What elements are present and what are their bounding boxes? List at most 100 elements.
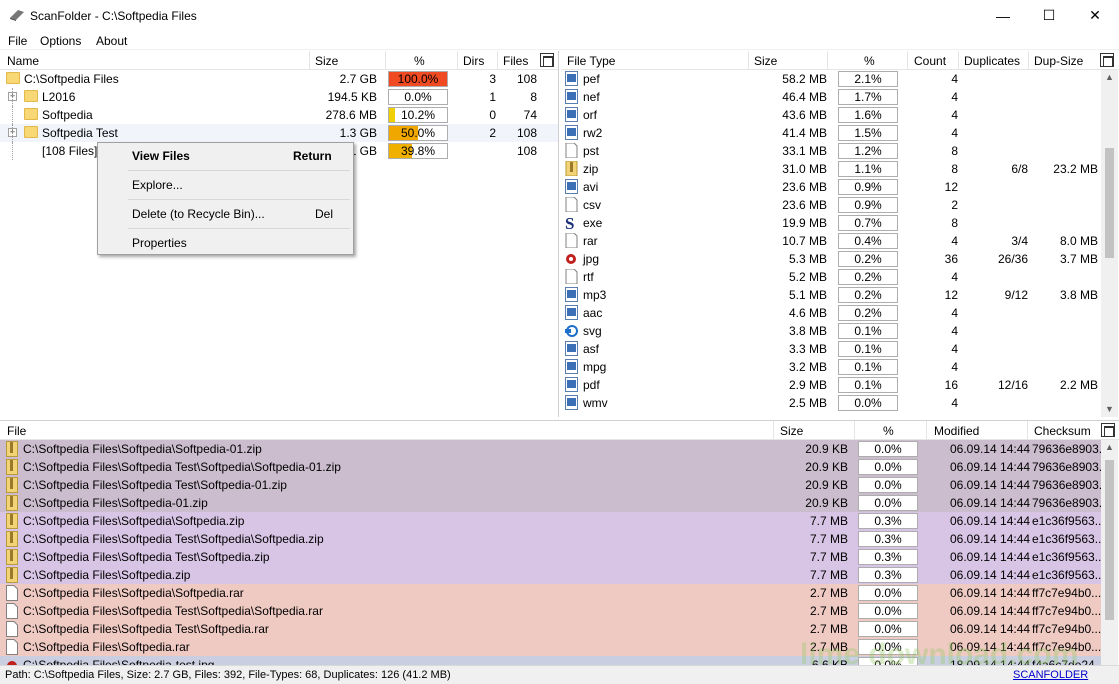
file-row[interactable]: C:\Softpedia Files\Softpedia.zip 7.7 MB 0.… (0, 566, 1105, 584)
col-modified[interactable]: Modified (934, 424, 979, 438)
file-row[interactable]: C:\Softpedia Files\Softpedia Test\Softpe… (0, 620, 1101, 638)
tree-dirs: 2 (489, 126, 496, 140)
pct-bar: 0.0% (388, 89, 448, 105)
col-checksum[interactable]: Checksum (1034, 424, 1091, 438)
type-size: 43.6 MB (782, 108, 827, 122)
tree-name: Softpedia Test (42, 126, 118, 140)
pct-bar: 2.1% (838, 71, 898, 87)
type-size: 2.5 MB (788, 396, 827, 410)
avi-icon (565, 179, 578, 194)
type-row[interactable]: asf 3.3 MB 0.1% 4 (561, 340, 1119, 358)
type-size: 10.7 MB (782, 234, 827, 248)
scroll-thumb[interactable] (1105, 460, 1114, 620)
type-row[interactable]: svg 3.8 MB 0.1% 4 (561, 322, 1119, 340)
type-duplicates: 12/16 (997, 378, 1028, 392)
menu-item-delete[interactable]: Delete (to Recycle Bin)... (132, 207, 265, 221)
col-dup-size[interactable]: Dup-Size (1034, 54, 1083, 68)
file-checksum: e1c36f9563... (1032, 550, 1105, 564)
type-name: nef (583, 90, 600, 104)
type-row[interactable]: csv 23.6 MB 0.9% 2 (561, 196, 1119, 214)
file-row[interactable]: C:\Softpedia Files\Softpedia\Softpedia.z… (0, 512, 1105, 530)
column-chooser-icon[interactable] (1101, 423, 1115, 437)
pct-bar: 0.1% (838, 341, 898, 357)
type-row[interactable]: orf 43.6 MB 1.6% 4 (561, 106, 1119, 124)
type-row[interactable]: rar 10.7 MB 0.4% 4 3/4 8.0 MB (561, 232, 1119, 250)
col-file-pct[interactable]: % (883, 424, 894, 438)
file-row[interactable]: C:\Softpedia Files\Softpedia-01.zip 20.9 … (0, 494, 1109, 512)
tree-files: 108 (516, 72, 537, 86)
scroll-up-icon[interactable]: ▲ (1101, 442, 1118, 452)
file-path: C:\Softpedia Files\Softpedia Test\Softpe… (23, 604, 323, 618)
col-dirs[interactable]: Dirs (463, 54, 484, 68)
file-row[interactable]: C:\Softpedia Files\Softpedia Test\Softpe… (0, 458, 1109, 476)
tree-row[interactable]: Softpedia 278.6 MB 10.2% 0 74 (0, 106, 558, 124)
type-row[interactable]: zip 31.0 MB 1.1% 8 6/8 23.2 MB (561, 160, 1119, 178)
column-chooser-icon[interactable] (540, 53, 554, 67)
type-row[interactable]: pef 58.2 MB 2.1% 4 (561, 70, 1119, 88)
column-chooser-icon[interactable] (1100, 53, 1114, 67)
types-scrollbar[interactable]: ▲ ▼ (1101, 70, 1118, 417)
type-row[interactable]: avi 23.6 MB 0.9% 12 (561, 178, 1119, 196)
files-scrollbar[interactable]: ▲ (1101, 440, 1118, 665)
tree-name: C:\Softpedia Files (24, 72, 119, 86)
col-duplicates[interactable]: Duplicates (964, 54, 1020, 68)
menu-item-view-files[interactable]: View Files (132, 149, 190, 163)
file-row[interactable]: C:\Softpedia Files\Softpedia\Softpedia.r… (0, 584, 1101, 602)
pct-bar: 0.1% (838, 359, 898, 375)
col-files[interactable]: Files (503, 54, 528, 68)
type-row[interactable]: Sexe 19.9 MB 0.7% 8 (561, 214, 1119, 233)
type-size: 46.4 MB (782, 90, 827, 104)
menu-item-explore[interactable]: Explore... (132, 178, 183, 192)
pct-bar: 0.7% (838, 215, 898, 231)
maximize-button[interactable]: ☐ (1026, 0, 1072, 31)
file-path: C:\Softpedia Files\Softpedia\Softpedia.z… (23, 514, 245, 528)
menu-about[interactable]: About (96, 34, 127, 48)
tree-row[interactable]: + Softpedia Test 1.3 GB 50.0% 2 108 (0, 124, 558, 142)
zip-file-icon (6, 549, 18, 565)
file-row[interactable]: C:\Softpedia Files\Softpedia Test\Softpe… (0, 530, 1105, 548)
col-file[interactable]: File (7, 424, 26, 438)
type-row[interactable]: wmv 2.5 MB 0.0% 4 (561, 394, 1119, 412)
type-row[interactable]: jpg 5.3 MB 0.2% 36 26/36 3.7 MB (561, 250, 1119, 268)
type-dup-size: 23.2 MB (1053, 162, 1098, 176)
type-row[interactable]: pdf 2.9 MB 0.1% 16 12/16 2.2 MB (561, 376, 1119, 394)
type-row[interactable]: nef 46.4 MB 1.7% 4 (561, 88, 1119, 106)
minimize-button[interactable]: — (980, 0, 1026, 31)
col-file-size[interactable]: Size (780, 424, 803, 438)
col-file-type[interactable]: File Type (567, 54, 615, 68)
type-row[interactable]: mpg 3.2 MB 0.1% 4 (561, 358, 1119, 376)
type-row[interactable]: pst 33.1 MB 1.2% 8 (561, 142, 1119, 160)
orf-icon (565, 107, 578, 122)
close-button[interactable]: ✕ (1072, 0, 1118, 31)
col-type-pct[interactable]: % (864, 54, 875, 68)
file-row[interactable]: C:\Softpedia Files\Softpedia\Softpedia-0… (0, 440, 1109, 458)
col-pct[interactable]: % (414, 54, 425, 68)
type-name: rtf (583, 270, 594, 284)
tree-row[interactable]: + L2016 194.5 KB 0.0% 1 8 (0, 88, 558, 106)
type-size: 3.3 MB (788, 342, 827, 356)
menu-item-properties[interactable]: Properties (132, 236, 187, 250)
scroll-down-icon[interactable]: ▼ (1101, 404, 1118, 414)
col-size[interactable]: Size (315, 54, 338, 68)
types-header: File Type Size % Count Duplicates Dup-Si… (561, 51, 1119, 70)
tree-row[interactable]: C:\Softpedia Files 2.7 GB 100.0% 3 108 (0, 70, 558, 88)
type-row[interactable]: mp3 5.1 MB 0.2% 12 9/12 3.8 MB (561, 286, 1119, 304)
menu-file[interactable]: File (8, 34, 27, 48)
type-name: pef (583, 72, 600, 86)
type-row[interactable]: rw2 41.4 MB 1.5% 4 (561, 124, 1119, 142)
col-name[interactable]: Name (7, 54, 39, 68)
type-row[interactable]: aac 4.6 MB 0.2% 4 (561, 304, 1119, 322)
col-count[interactable]: Count (914, 54, 946, 68)
file-row[interactable]: C:\Softpedia Files\Softpedia Test\Softpe… (0, 548, 1105, 566)
pct-bar: 0.1% (838, 323, 898, 339)
menu-options[interactable]: Options (40, 34, 81, 48)
file-row[interactable]: C:\Softpedia Files\Softpedia Test\Softpe… (0, 602, 1101, 620)
type-count: 4 (951, 324, 958, 338)
file-row[interactable]: C:\Softpedia Files\Softpedia Test\Softpe… (0, 476, 1109, 494)
file-size: 7.7 MB (809, 550, 848, 564)
scroll-up-icon[interactable]: ▲ (1101, 72, 1118, 82)
col-type-size[interactable]: Size (754, 54, 777, 68)
scroll-thumb[interactable] (1105, 148, 1114, 258)
type-row[interactable]: rtf 5.2 MB 0.2% 4 (561, 268, 1119, 286)
wmv-icon (565, 395, 578, 410)
